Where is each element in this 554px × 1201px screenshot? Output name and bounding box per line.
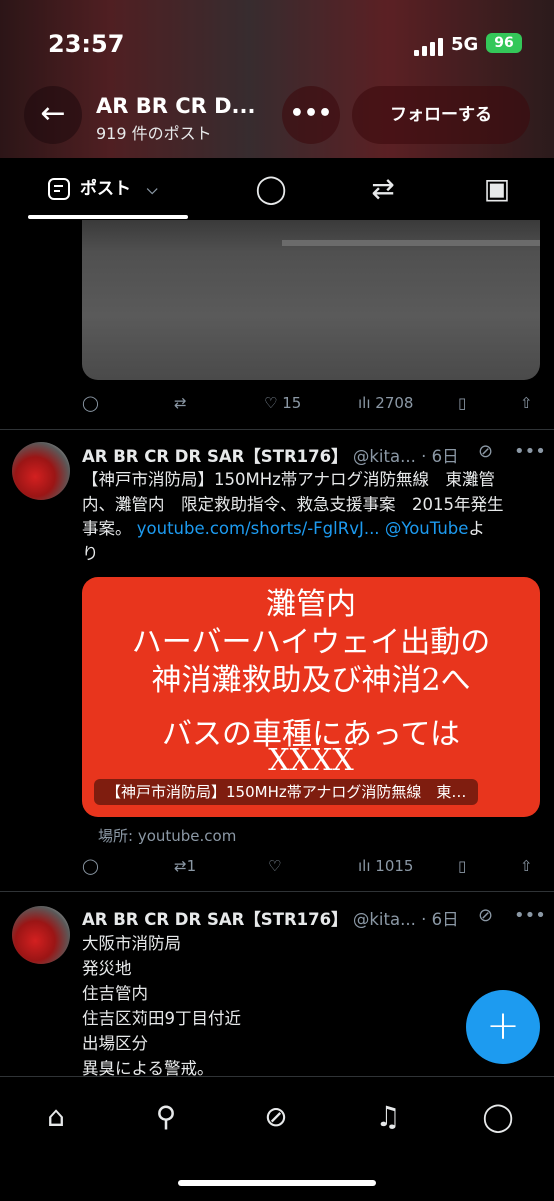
tab-indicator (28, 215, 188, 219)
follow-button[interactable]: フォローする (352, 86, 530, 144)
compose-button[interactable]: + (466, 990, 540, 1064)
tab-retweets[interactable]: ⇄ (366, 172, 400, 206)
search-icon[interactable]: ⚲ (148, 1099, 184, 1135)
post3-line: 住吉区苅田9丁目付近 (82, 1009, 241, 1028)
post1-media[interactable] (82, 220, 540, 380)
reply-icon[interactable]: ◯ (82, 394, 99, 412)
status-time: 23:57 (48, 30, 125, 58)
views-button[interactable]: ılı 2708 (358, 394, 413, 412)
divider (0, 891, 554, 892)
views-icon: ılı (358, 857, 371, 875)
signal-icon (414, 38, 444, 56)
more-icon: ••• (289, 101, 333, 126)
post-time[interactable]: · 6日 (421, 447, 459, 466)
account-name: AR BR CR D... (96, 94, 256, 118)
retweet-icon: ⇄ (371, 172, 395, 205)
post2-link[interactable]: youtube.com/shorts/-FglRvJ... (137, 519, 380, 538)
retweet-icon: ⇄ (174, 857, 187, 875)
post2-text: 【神戸市消防局】150MHz帯アナログ消防無線 東灘管 内、灘管内 限定救助指令… (82, 468, 542, 566)
post2-header: AR BR CR DR SAR【STR176】 @kita... · 6日 (82, 443, 459, 467)
tab-posts[interactable]: ポスト ⌵ (48, 174, 158, 200)
post2-line: 【神戸市消防局】150MHz帯アナログ消防無線 東灘管 (82, 470, 495, 489)
share-icon[interactable]: ⇧ (520, 857, 533, 875)
post3-line: 出場区分 (82, 1034, 148, 1053)
home-indicator (178, 1180, 376, 1186)
post3-grok-icon[interactable]: ⊘ (478, 905, 493, 926)
tab-posts-label: ポスト (80, 179, 131, 199)
post-count: 919 件のポスト (96, 124, 212, 143)
post3-header: AR BR CR DR SAR【STR176】 @kita... · 6日 (82, 906, 459, 930)
retweet-count: 1 (186, 857, 197, 875)
retweet-button[interactable]: ⇄1 (174, 857, 196, 875)
share-icon[interactable]: ⇧ (520, 394, 533, 412)
divider (0, 429, 554, 430)
bookmark-icon[interactable]: ▯ (458, 857, 466, 875)
post2-suffix: り (82, 543, 99, 563)
post3-line: 住吉管内 (82, 984, 148, 1003)
bookmark-icon[interactable]: ▯ (458, 394, 466, 412)
views-icon: ılı (358, 394, 371, 412)
views-button[interactable]: ılı 1015 (358, 857, 413, 875)
card-source: 場所: youtube.com (98, 827, 237, 845)
post2-more-icon[interactable]: ••• (514, 441, 546, 462)
author-handle[interactable]: @kita... (353, 910, 416, 929)
author-handle[interactable]: @kita... (353, 447, 416, 466)
post3-line: 発災地 (82, 959, 132, 978)
tab-replies[interactable]: ◯ (254, 172, 288, 206)
post2-grok-icon[interactable]: ⊘ (478, 441, 493, 462)
view-count: 1015 (375, 857, 414, 875)
retweet-icon[interactable]: ⇄ (174, 394, 187, 412)
author-name[interactable]: AR BR CR DR SAR【STR176】 (82, 910, 348, 929)
posts-icon (48, 178, 70, 200)
like-button[interactable]: ♡ 15 (264, 394, 301, 412)
author-name[interactable]: AR BR CR DR SAR【STR176】 (82, 447, 348, 466)
grok-icon[interactable]: ⊘ (258, 1099, 294, 1135)
card-caption: 【神戸市消防局】150MHz帯アナログ消防無線 東… (94, 779, 479, 805)
home-icon[interactable]: ⌂ (38, 1099, 74, 1135)
like-count: 15 (282, 394, 302, 412)
card-text: 神消灘救助及び神消2へ (151, 663, 471, 698)
link-card[interactable]: 灘管内 ハーバーハイウェイ出動の 神消灘救助及び神消2へ バスの車種にあっては … (82, 577, 540, 817)
tab-media[interactable]: ▣ (480, 172, 514, 206)
post-time[interactable]: · 6日 (421, 910, 459, 929)
post3-line: 大阪市消防局 (82, 934, 181, 953)
post2-actions: ◯ ⇄1 ♡ ılı 1015 ▯ ⇧ (82, 857, 542, 881)
post2-line: 事案。 (82, 519, 132, 538)
view-count: 2708 (375, 394, 414, 412)
replies-icon: ◯ (255, 172, 287, 205)
back-button[interactable]: ← (24, 86, 82, 144)
reply-icon[interactable]: ◯ (82, 857, 99, 875)
post1-actions: ◯ ⇄ ♡ 15 ılı 2708 ▯ ⇧ (82, 394, 542, 418)
avatar[interactable] (12, 442, 70, 500)
post2-suffix: よ (468, 519, 485, 538)
network-label: 5G (451, 34, 479, 55)
post2-line: 内、灘管内 限定救助指令、救急支援事案 2015年発生 (82, 494, 504, 514)
profile-tabs: ポスト ⌵ ◯ ⇄ ▣ (0, 158, 554, 220)
avatar[interactable] (12, 906, 70, 964)
heart-icon: ♡ (264, 394, 278, 412)
arrow-left-icon: ← (40, 96, 66, 131)
more-button[interactable]: ••• (282, 86, 340, 144)
media-icon: ▣ (483, 172, 511, 205)
status-bar: 23:57 5G 96 (0, 28, 554, 62)
notifications-icon[interactable]: ♫ (370, 1099, 406, 1135)
heart-icon[interactable]: ♡ (268, 857, 281, 875)
battery-icon: 96 (486, 33, 522, 53)
post2-mention[interactable]: @YouTube (385, 519, 469, 538)
post3-more-icon[interactable]: ••• (514, 905, 546, 926)
chevron-down-icon: ⌵ (146, 182, 158, 198)
card-text: XXXX (268, 743, 354, 778)
messages-icon[interactable]: ◯ (480, 1099, 516, 1135)
